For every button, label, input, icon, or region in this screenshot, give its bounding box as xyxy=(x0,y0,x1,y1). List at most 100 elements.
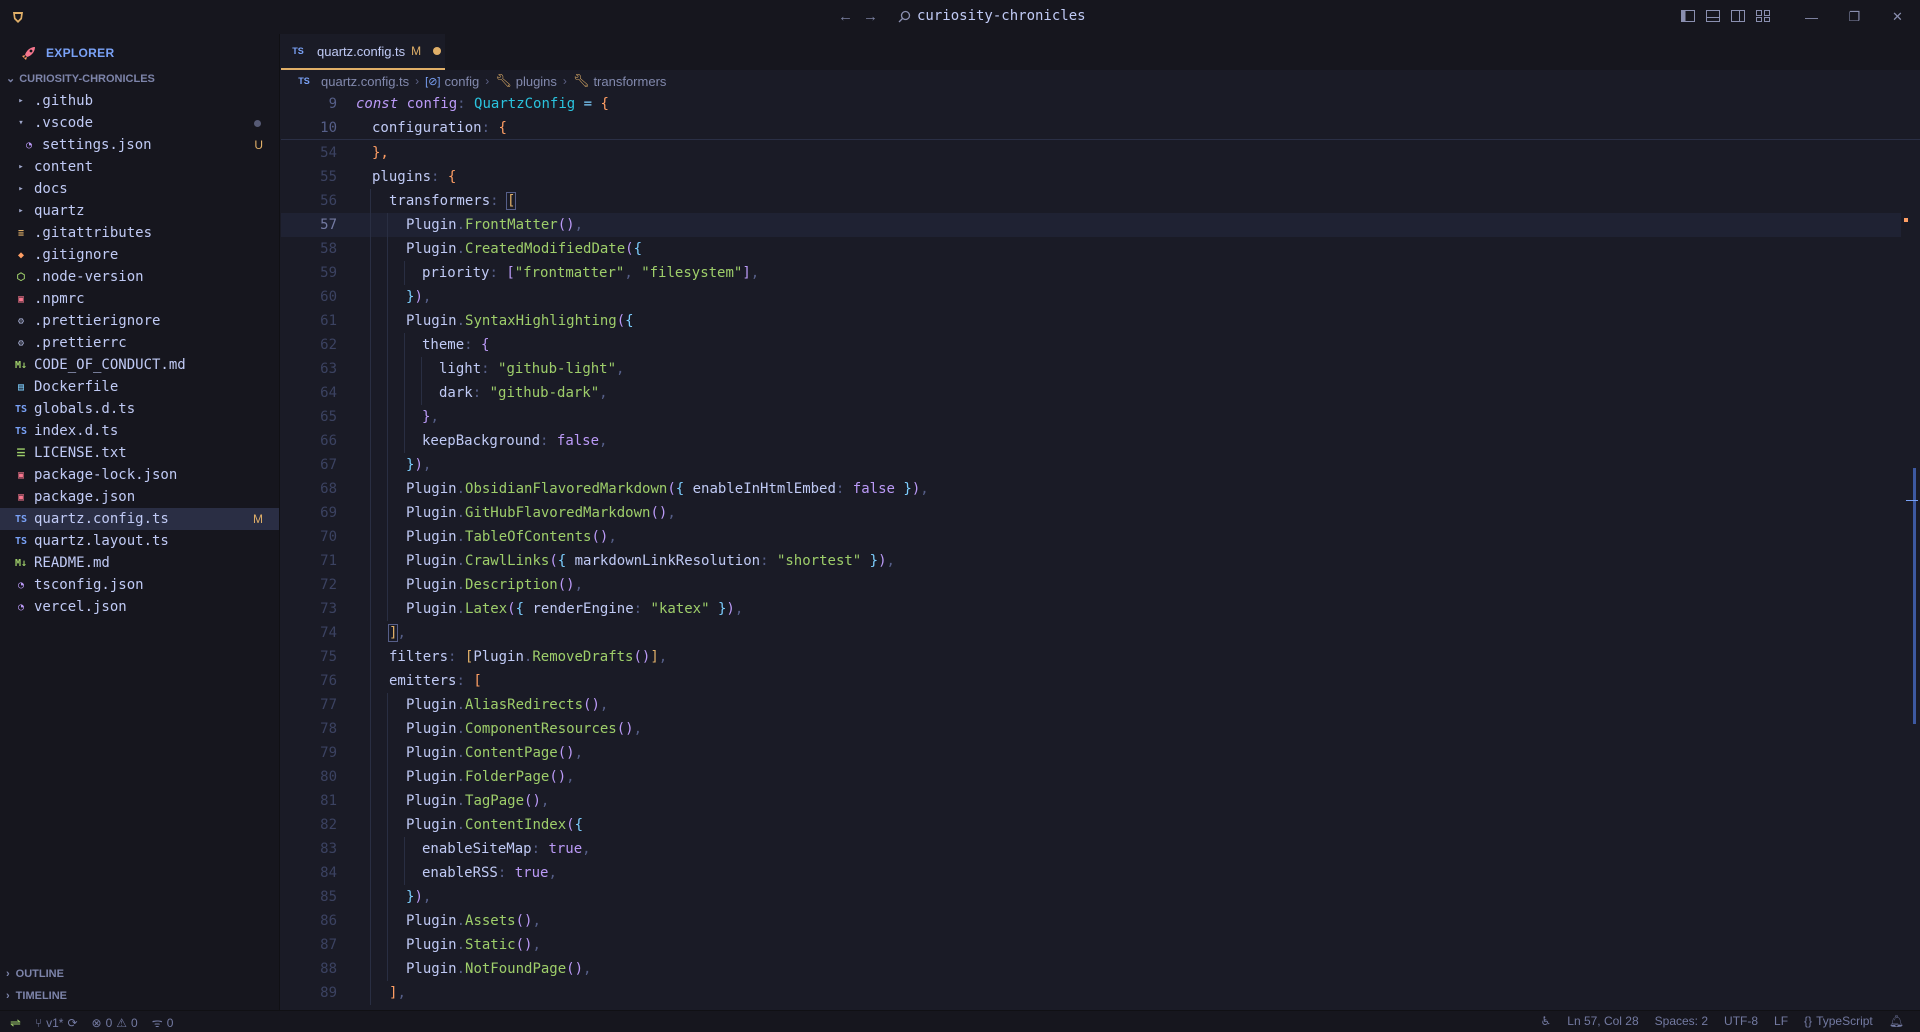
code-line[interactable]: 77 Plugin.AliasRedirects(), xyxy=(281,693,1901,717)
breadcrumb-file[interactable]: quartz.config.ts xyxy=(321,74,409,89)
code-line[interactable]: 64 dark: "github-dark", xyxy=(281,381,1901,405)
code-line[interactable]: 76 emitters: [ xyxy=(281,669,1901,693)
line-number: 65 xyxy=(320,409,337,425)
file-item[interactable]: ⚙ .prettierignore xyxy=(0,310,279,332)
code-line[interactable]: 55 plugins: { xyxy=(281,165,1901,189)
code-line[interactable]: 72 Plugin.Description(), xyxy=(281,573,1901,597)
folder-item[interactable]: ▸ docs xyxy=(0,178,279,200)
customize-layout-icon[interactable] xyxy=(1755,8,1771,24)
code-line[interactable]: 65}, xyxy=(281,405,1901,429)
tab-quartz-config[interactable]: TS quartz.config.ts M xyxy=(281,34,445,70)
code-line[interactable]: 84 enableRSS: true, xyxy=(281,861,1901,885)
editor-scrollbar-thumb[interactable] xyxy=(1913,468,1916,724)
code-line[interactable]: 63 light: "github-light", xyxy=(281,357,1901,381)
problems-indicator[interactable]: ⊗ 0 ⚠ 0 xyxy=(92,1016,138,1030)
code-line[interactable]: 75 filters: [Plugin.RemoveDrafts()], xyxy=(281,645,1901,669)
file-item[interactable]: ◔ tsconfig.json xyxy=(0,574,279,596)
file-item[interactable]: TS index.d.ts xyxy=(0,420,279,442)
file-item[interactable]: ▣ package.json xyxy=(0,486,279,508)
file-item[interactable]: ▣ .npmrc xyxy=(0,288,279,310)
command-center[interactable]: curiosity-chronicles xyxy=(898,8,1086,24)
encoding[interactable]: UTF-8 xyxy=(1724,1014,1758,1028)
code-line[interactable]: 60}), xyxy=(281,285,1901,309)
indent-guide xyxy=(387,501,388,525)
folder-item[interactable]: ▸ .github xyxy=(0,90,279,112)
back-arrow-icon[interactable]: ← xyxy=(838,8,853,25)
code-line[interactable]: 73 Plugin.Latex({ renderEngine: "katex" }… xyxy=(281,597,1901,621)
workspace-header[interactable]: ⌄ CURIOSITY-CHRONICLES xyxy=(6,72,155,86)
code-line[interactable]: 74], xyxy=(281,621,1901,645)
wrench-icon: 🔧︎ xyxy=(495,73,512,88)
toggle-secondary-sidebar-icon[interactable] xyxy=(1730,8,1746,24)
minimize-button[interactable]: — xyxy=(1790,6,1833,28)
sticky-line[interactable]: 10 configuration: { xyxy=(281,116,1901,140)
file-item[interactable]: TS globals.d.ts xyxy=(0,398,279,420)
cursor-position[interactable]: Ln 57, Col 28 xyxy=(1567,1014,1638,1028)
code-line[interactable]: 79 Plugin.ContentPage(), xyxy=(281,741,1901,765)
code-line[interactable]: 56 transformers: [ xyxy=(281,189,1901,213)
code-line[interactable]: 62 theme: { xyxy=(281,333,1901,357)
code-line[interactable]: 67}), xyxy=(281,453,1901,477)
breadcrumb-transformers[interactable]: transformers xyxy=(593,74,666,89)
file-item[interactable]: ⬡ .node-version xyxy=(0,266,279,288)
breadcrumb-config[interactable]: config xyxy=(445,74,480,89)
line-number: 75 xyxy=(320,649,337,665)
code-line[interactable]: 54}, xyxy=(281,141,1901,165)
end-of-line[interactable]: LF xyxy=(1774,1014,1788,1028)
code-line[interactable]: 71 Plugin.CrawlLinks({ markdownLinkResolu… xyxy=(281,549,1901,573)
code-line[interactable]: 88 Plugin.NotFoundPage(), xyxy=(281,957,1901,981)
file-item[interactable]: ◔ vercel.json xyxy=(0,596,279,618)
toggle-panel-icon[interactable] xyxy=(1705,8,1721,24)
code-line-current[interactable]: 57 Plugin.FrontMatter(), xyxy=(281,213,1901,237)
forward-arrow-icon[interactable]: → xyxy=(863,8,878,25)
notifications-bell-icon[interactable]: 🔔︎ xyxy=(1889,1014,1904,1028)
restore-button[interactable]: ❐ xyxy=(1833,6,1876,28)
tree-item-label: package-lock.json xyxy=(34,467,178,483)
close-button[interactable]: ✕ xyxy=(1876,6,1919,28)
folder-item[interactable]: ▸ content xyxy=(0,156,279,178)
code-line[interactable]: 80 Plugin.FolderPage(), xyxy=(281,765,1901,789)
file-item[interactable]: ⚙ .prettierrc xyxy=(0,332,279,354)
breadcrumb-plugins[interactable]: plugins xyxy=(516,74,557,89)
code-editor[interactable]: 9 const config: QuartzConfig = { 10 config… xyxy=(281,92,1920,1010)
code-line[interactable]: 81 Plugin.TagPage(), xyxy=(281,789,1901,813)
remote-indicator[interactable]: ⇌ xyxy=(10,1015,21,1031)
code-line[interactable]: 70 Plugin.TableOfContents(), xyxy=(281,525,1901,549)
code-line[interactable]: 89], xyxy=(281,981,1901,1005)
file-item[interactable]: ▤ Dockerfile xyxy=(0,376,279,398)
code-line[interactable]: 66 keepBackground: false, xyxy=(281,429,1901,453)
file-item[interactable]: M↓ README.md xyxy=(0,552,279,574)
language-mode[interactable]: {} TypeScript xyxy=(1804,1014,1873,1028)
sticky-line[interactable]: 9 const config: QuartzConfig = { xyxy=(281,92,1901,116)
code-line[interactable]: 87 Plugin.Static(), xyxy=(281,933,1901,957)
code-line[interactable]: 86 Plugin.Assets(), xyxy=(281,909,1901,933)
file-item[interactable]: ≡ .gitattributes xyxy=(0,222,279,244)
file-item[interactable]: ◔ settings.json U xyxy=(0,134,279,156)
file-item[interactable]: M↓ CODE_OF_CONDUCT.md xyxy=(0,354,279,376)
code-line[interactable]: 58 Plugin.CreatedModifiedDate({ xyxy=(281,237,1901,261)
toggle-primary-sidebar-icon[interactable] xyxy=(1680,8,1696,24)
code-line[interactable]: 59 priority: ["frontmatter", "filesystem"… xyxy=(281,261,1901,285)
timeline-panel-header[interactable]: › TIMELINE xyxy=(6,990,67,1002)
indentation[interactable]: Spaces: 2 xyxy=(1655,1014,1708,1028)
code-line[interactable]: 82 Plugin.ContentIndex({ xyxy=(281,813,1901,837)
code-line[interactable]: 78 Plugin.ComponentResources(), xyxy=(281,717,1901,741)
code-line[interactable]: 69 Plugin.GitHubFlavoredMarkdown(), xyxy=(281,501,1901,525)
unsaved-dot-icon[interactable] xyxy=(433,47,442,55)
accessibility-icon[interactable]: ♿︎ xyxy=(1541,1014,1552,1028)
code-line[interactable]: 68 Plugin.ObsidianFlavoredMarkdown({ enab… xyxy=(281,477,1901,501)
file-item[interactable]: TS quartz.layout.ts xyxy=(0,530,279,552)
file-item[interactable]: ☰ LICENSE.txt xyxy=(0,442,279,464)
file-item[interactable]: ◆ .gitignore xyxy=(0,244,279,266)
ports-indicator[interactable]: ᯤ 0 xyxy=(152,1014,174,1031)
folder-item[interactable]: ▸ quartz xyxy=(0,200,279,222)
outline-panel-header[interactable]: › OUTLINE xyxy=(6,968,64,980)
code-line[interactable]: 85}), xyxy=(281,885,1901,909)
branch-indicator[interactable]: ⑂ v1* ⟳ xyxy=(35,1016,78,1030)
language-label: TypeScript xyxy=(1816,1014,1873,1028)
code-line[interactable]: 83 enableSiteMap: true, xyxy=(281,837,1901,861)
folder-item[interactable]: ▾ .vscode xyxy=(0,112,279,134)
file-item[interactable]: TS quartz.config.ts M xyxy=(0,508,279,530)
code-line[interactable]: 61 Plugin.SyntaxHighlighting({ xyxy=(281,309,1901,333)
file-item[interactable]: ▣ package-lock.json xyxy=(0,464,279,486)
